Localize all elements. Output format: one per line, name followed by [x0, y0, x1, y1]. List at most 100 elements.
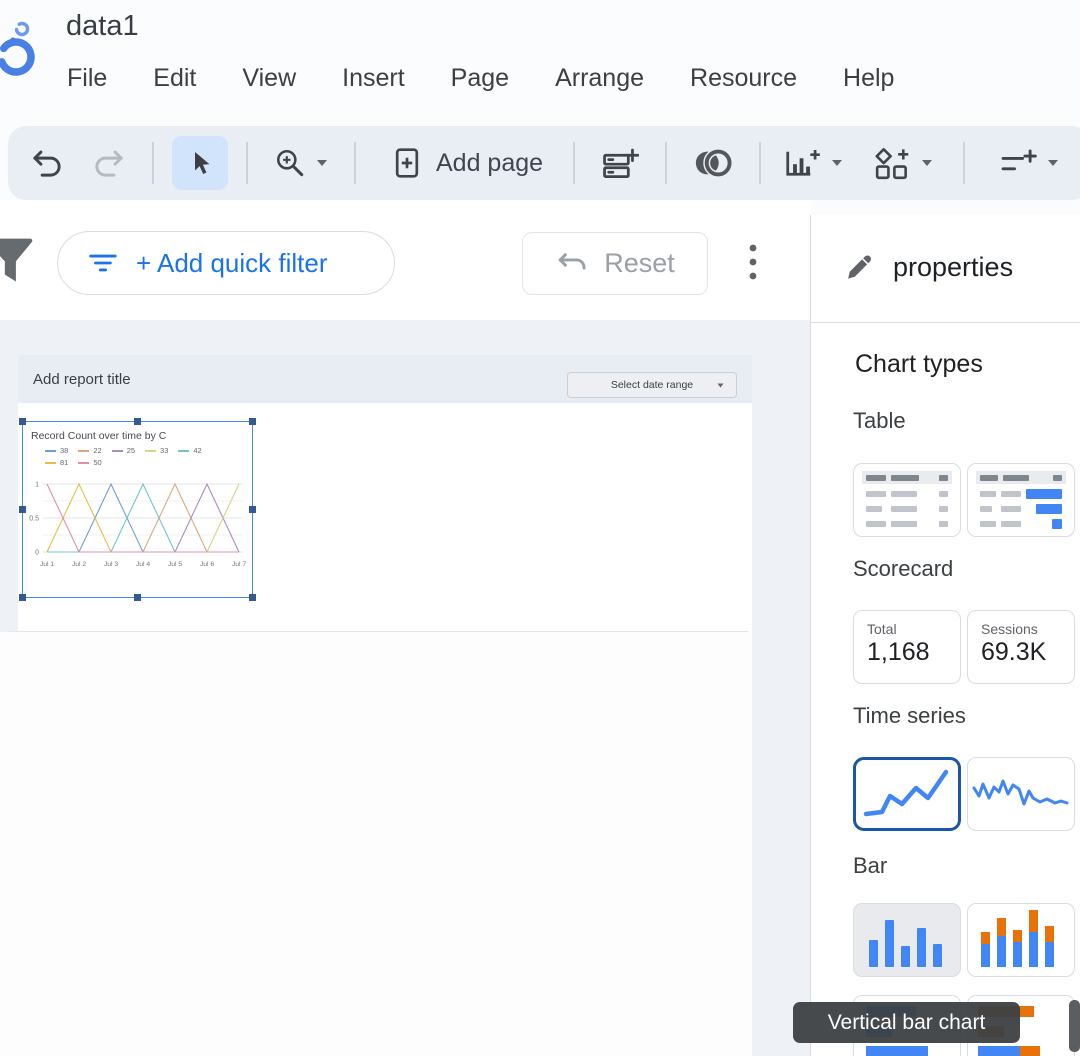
resize-handle[interactable] — [19, 418, 26, 425]
svg-text:Jul 6: Jul 6 — [200, 561, 215, 568]
resize-handle[interactable] — [134, 594, 141, 601]
menu-item-page[interactable]: Page — [451, 64, 509, 93]
svg-text:Jul 3: Jul 3 — [104, 561, 119, 568]
section-label-scorecard: Scorecard — [853, 556, 954, 581]
tooltip-text: Vertical bar chart — [827, 1010, 986, 1034]
legend-swatch — [45, 449, 56, 452]
chart-type-scorecard-compact-thumbnail[interactable]: Sessions 69.3K — [967, 610, 1075, 684]
zoom-tool-icon[interactable] — [274, 147, 306, 179]
looker-studio-window: data1 File Edit View Insert Page Arrange Resou… — [0, 0, 1080, 1056]
add-chart-icon[interactable] — [783, 146, 821, 180]
scrollbar-thumb[interactable] — [1069, 1000, 1080, 1052]
svg-text:Jul 2: Jul 2 — [72, 561, 87, 568]
resize-handle[interactable] — [19, 506, 26, 513]
legend-entry: 81 — [45, 458, 68, 467]
more-options-kebab-icon[interactable] — [748, 243, 758, 283]
legend-entry: 33 — [145, 446, 168, 455]
report-name[interactable]: data1 — [66, 10, 139, 43]
chart-type-stacked-bar-thumbnail[interactable] — [967, 903, 1075, 977]
time-series-chart-element[interactable]: Record Count over time by C 38 22 25 33 42 81… — [19, 418, 256, 601]
menu-item-arrange[interactable]: Arrange — [555, 64, 644, 93]
add-page-button[interactable]: Add page — [436, 149, 543, 178]
chart-type-sparkline-thumbnail[interactable] — [967, 757, 1075, 831]
menu-bar: File Edit View Insert Page Arrange Resource Hel… — [67, 64, 894, 93]
panel-divider — [810, 215, 811, 1056]
chart-type-table-thumbnail[interactable] — [853, 463, 961, 537]
reset-label: Reset — [604, 248, 675, 278]
resize-handle[interactable] — [19, 594, 26, 601]
chart-type-vertical-bar-thumbnail[interactable] — [853, 903, 961, 977]
menu-item-insert[interactable]: Insert — [342, 64, 405, 93]
select-tool-button[interactable] — [172, 136, 228, 190]
add-quick-filter-button[interactable]: + Add quick filter — [57, 231, 395, 295]
legend-entry: 22 — [78, 446, 102, 455]
section-label-table: Table — [853, 408, 906, 433]
scorecard-metric-value: 69.3K — [981, 638, 1047, 666]
resize-handle[interactable] — [249, 418, 256, 425]
resize-handle[interactable] — [134, 418, 141, 425]
legend-label: 38 — [60, 446, 69, 455]
legend-swatch — [45, 461, 56, 464]
sparkline-chart-icon — [972, 779, 1069, 806]
chart-type-scorecard-thumbnail[interactable]: Total 1,168 — [853, 610, 961, 684]
menu-item-file[interactable]: File — [67, 64, 107, 93]
section-label-time-series: Time series — [853, 703, 966, 728]
menu-item-view[interactable]: View — [242, 64, 296, 93]
resize-handle[interactable] — [249, 594, 256, 601]
svg-text:Jul 4: Jul 4 — [136, 561, 151, 568]
add-page-icon[interactable] — [392, 146, 422, 180]
add-data-icon[interactable] — [601, 146, 640, 180]
chart-types-heading: Chart types — [855, 350, 983, 378]
date-range-control[interactable]: Select date range — [567, 372, 737, 398]
chart-legend: 38 22 25 33 42 81 50 — [45, 446, 217, 467]
add-quick-filter-label: + Add quick filter — [136, 247, 328, 278]
legend-label: 81 — [60, 458, 69, 467]
looker-studio-logo-icon — [0, 21, 35, 76]
legend-label: 33 — [160, 446, 169, 455]
cursor-icon — [195, 152, 210, 174]
date-range-caret-icon — [717, 383, 724, 388]
svg-text:Jul 7: Jul 7 — [232, 561, 247, 568]
toolbar: Add page — [8, 126, 1080, 200]
legend-label: 25 — [126, 446, 136, 455]
zoom-dropdown-caret-icon[interactable] — [316, 159, 328, 167]
vertical-bar-chart-icon — [869, 920, 942, 967]
undo-icon[interactable] — [30, 147, 64, 179]
report-title-placeholder[interactable]: Add report title — [33, 371, 131, 388]
chart-type-table-with-bars-thumbnail[interactable] — [967, 463, 1075, 537]
legend-label: 22 — [93, 446, 102, 455]
scorecard-metric-label: Total — [867, 621, 897, 637]
menu-item-resource[interactable]: Resource — [690, 64, 797, 93]
resize-handle[interactable] — [249, 506, 256, 513]
svg-text:Jul 1: Jul 1 — [40, 561, 55, 568]
add-control-icon[interactable] — [873, 146, 911, 180]
legend-entry: 50 — [78, 458, 102, 467]
chart-type-time-series-selected-thumbnail[interactable] — [853, 757, 961, 831]
pencil-icon — [848, 255, 872, 279]
stacked-bar-chart-icon — [981, 910, 1054, 967]
reset-button[interactable]: Reset — [522, 232, 708, 295]
blend-data-icon[interactable] — [691, 147, 735, 179]
svg-text:0: 0 — [35, 550, 39, 557]
legend-swatch — [78, 461, 90, 464]
menu-item-edit[interactable]: Edit — [153, 64, 196, 93]
legend-entry: 25 — [111, 446, 136, 455]
filter-funnel-icon — [0, 238, 33, 282]
scorecard-metric-label: Sessions — [981, 621, 1038, 637]
smooth-line-chart-icon — [863, 769, 949, 817]
tooltip: Vertical bar chart — [793, 1002, 1020, 1043]
add-quick-filter-caret-icon[interactable] — [1047, 159, 1059, 167]
legend-swatch — [145, 449, 157, 452]
add-chart-caret-icon[interactable] — [831, 159, 843, 167]
legend-entry: 38 — [45, 446, 68, 455]
svg-text:Jul 5: Jul 5 — [168, 561, 183, 568]
add-quick-filter-toolbar-icon[interactable] — [999, 148, 1037, 178]
legend-entry: 42 — [178, 446, 202, 455]
page-lower-area — [0, 632, 752, 1056]
svg-text:1: 1 — [35, 482, 39, 489]
report-canvas[interactable]: Add report title Select date range Recor… — [0, 320, 810, 1056]
add-control-caret-icon[interactable] — [921, 159, 933, 167]
redo-icon[interactable] — [92, 147, 126, 179]
section-label-bar: Bar — [853, 853, 888, 878]
menu-item-help[interactable]: Help — [843, 64, 894, 93]
